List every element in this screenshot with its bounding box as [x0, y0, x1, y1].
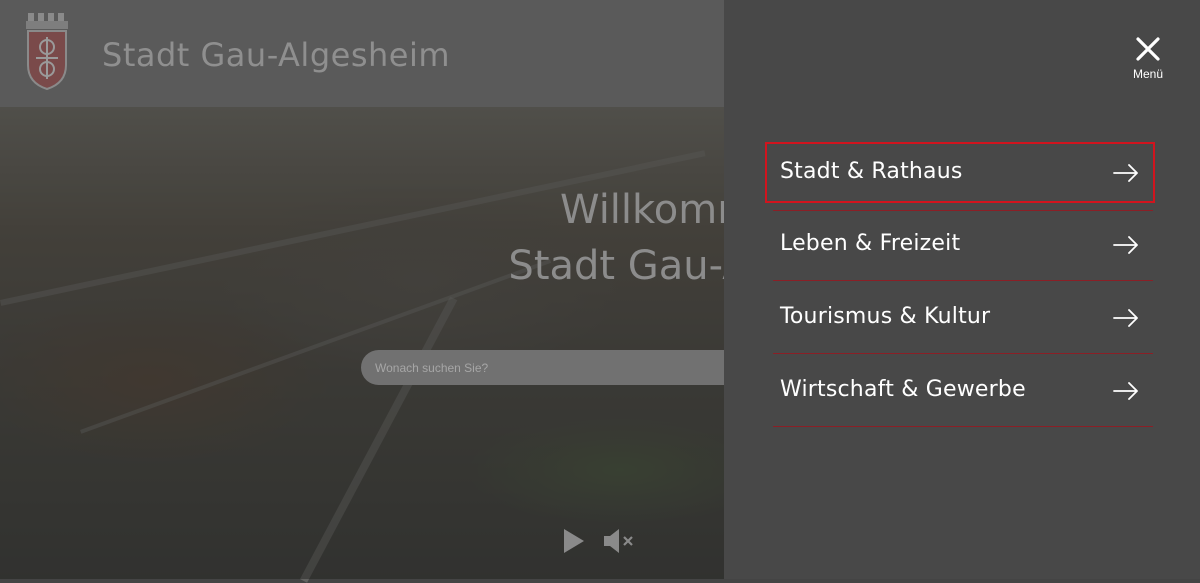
menu-item-label: Tourismus & Kultur [780, 304, 991, 329]
arrow-right-icon [1113, 382, 1138, 400]
play-icon[interactable] [562, 527, 586, 555]
menu-item-stadt-rathaus[interactable]: Stadt & Rathaus [765, 142, 1155, 203]
menu-item-leben-freizeit[interactable]: Leben & Freizeit [773, 208, 1153, 281]
menu-item-wirtschaft-gewerbe[interactable]: Wirtschaft & Gewerbe [773, 354, 1153, 427]
arrow-right-icon [1113, 164, 1138, 182]
mute-icon[interactable] [603, 528, 635, 554]
close-menu-button[interactable]: Menü [1130, 36, 1166, 86]
close-icon [1136, 37, 1160, 61]
site-title[interactable]: Stadt Gau-Algesheim [102, 36, 450, 74]
arrow-right-icon [1113, 309, 1138, 327]
menu-item-label: Leben & Freizeit [780, 231, 961, 256]
arrow-right-icon [1113, 236, 1138, 254]
coat-of-arms-icon[interactable] [26, 13, 68, 91]
menu-item-label: Stadt & Rathaus [780, 159, 963, 184]
close-menu-label: Menü [1132, 67, 1164, 81]
main-menu: Stadt & Rathaus Leben & Freizeit Tourism… [765, 137, 1155, 427]
menu-item-label: Wirtschaft & Gewerbe [780, 377, 1026, 402]
menu-item-tourismus-kultur[interactable]: Tourismus & Kultur [773, 281, 1153, 354]
